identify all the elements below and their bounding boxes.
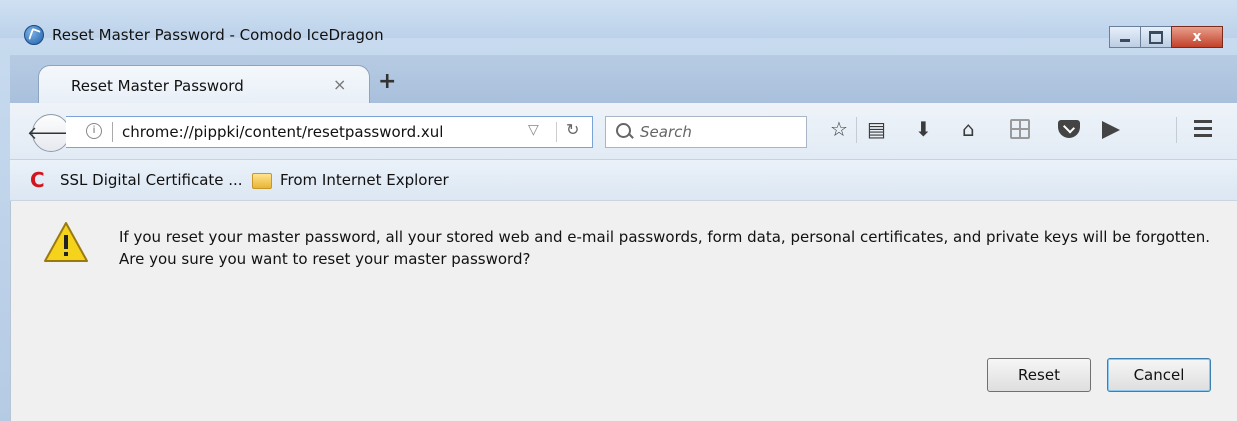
reload-icon[interactable]: ↻ <box>566 120 579 139</box>
warning-icon <box>44 222 88 262</box>
tab-strip: Reset Master Password × + <box>10 55 1237 104</box>
window-controls: x <box>1109 26 1223 48</box>
search-placeholder: Search <box>640 123 692 141</box>
new-tab-button[interactable]: + <box>378 69 396 94</box>
close-window-button[interactable]: x <box>1171 26 1223 48</box>
bookmarks-list-icon[interactable]: ▤ <box>867 117 886 141</box>
close-icon: x <box>1192 29 1202 45</box>
window-title: Reset Master Password - Comodo IceDragon <box>52 26 384 44</box>
overflow-chevron-icon[interactable] <box>1102 121 1120 139</box>
tab-close-icon[interactable]: × <box>333 75 346 94</box>
reset-button[interactable]: Reset <box>987 358 1091 392</box>
minimize-icon <box>1120 39 1130 42</box>
info-icon[interactable]: i <box>86 123 102 139</box>
maximize-icon <box>1149 30 1163 44</box>
cancel-button[interactable]: Cancel <box>1107 358 1211 392</box>
maximize-button[interactable] <box>1140 26 1172 48</box>
menu-hamburger-icon[interactable] <box>1194 120 1212 137</box>
reset-password-dialog: If you reset your master password, all y… <box>10 201 1237 421</box>
bookmark-folder-internet-explorer[interactable]: From Internet Explorer <box>280 171 449 189</box>
tab-reset-master-password[interactable]: Reset Master Password × <box>38 65 370 104</box>
warning-message-line-1: If you reset your master password, all y… <box>119 228 1211 246</box>
icedragon-app-icon <box>24 25 44 45</box>
navigation-toolbar: 🡐 i chrome://pippki/content/resetpasswor… <box>10 103 1237 160</box>
pocket-icon[interactable] <box>1058 120 1080 138</box>
bookmark-ssl-certificate[interactable]: SSL Digital Certificate ... <box>60 171 243 189</box>
windows-grid-icon[interactable] <box>1010 119 1030 139</box>
bookmark-star-icon[interactable]: ☆ <box>830 117 848 141</box>
home-icon[interactable]: ⌂ <box>962 117 975 141</box>
search-icon <box>616 123 631 138</box>
download-icon[interactable]: ⬇ <box>915 117 932 141</box>
minimize-button[interactable] <box>1109 26 1141 48</box>
url-separator <box>112 122 113 142</box>
warning-message-line-2: Are you sure you want to reset your mast… <box>119 250 531 268</box>
url-bar[interactable]: i chrome://pippki/content/resetpassword.… <box>66 116 593 148</box>
back-button[interactable]: 🡐 <box>27 114 75 152</box>
bookmarks-toolbar: C SSL Digital Certificate ... From Inter… <box>10 160 1237 201</box>
browser-window: Reset Master Password - Comodo IceDragon… <box>0 0 1237 421</box>
tab-label: Reset Master Password <box>71 77 244 95</box>
toolbar-separator <box>856 117 857 143</box>
url-dropdown-icon[interactable]: ▽ <box>528 122 539 138</box>
warning-message: If you reset your master password, all y… <box>119 226 1210 270</box>
url-text[interactable]: chrome://pippki/content/resetpassword.xu… <box>122 123 443 141</box>
search-bar[interactable]: Search <box>605 116 807 148</box>
title-bar: Reset Master Password - Comodo IceDragon… <box>0 0 1237 48</box>
comodo-c-icon: C <box>30 168 45 192</box>
toolbar-separator <box>1176 117 1177 143</box>
url-separator-2 <box>556 122 557 142</box>
folder-icon <box>252 173 272 189</box>
